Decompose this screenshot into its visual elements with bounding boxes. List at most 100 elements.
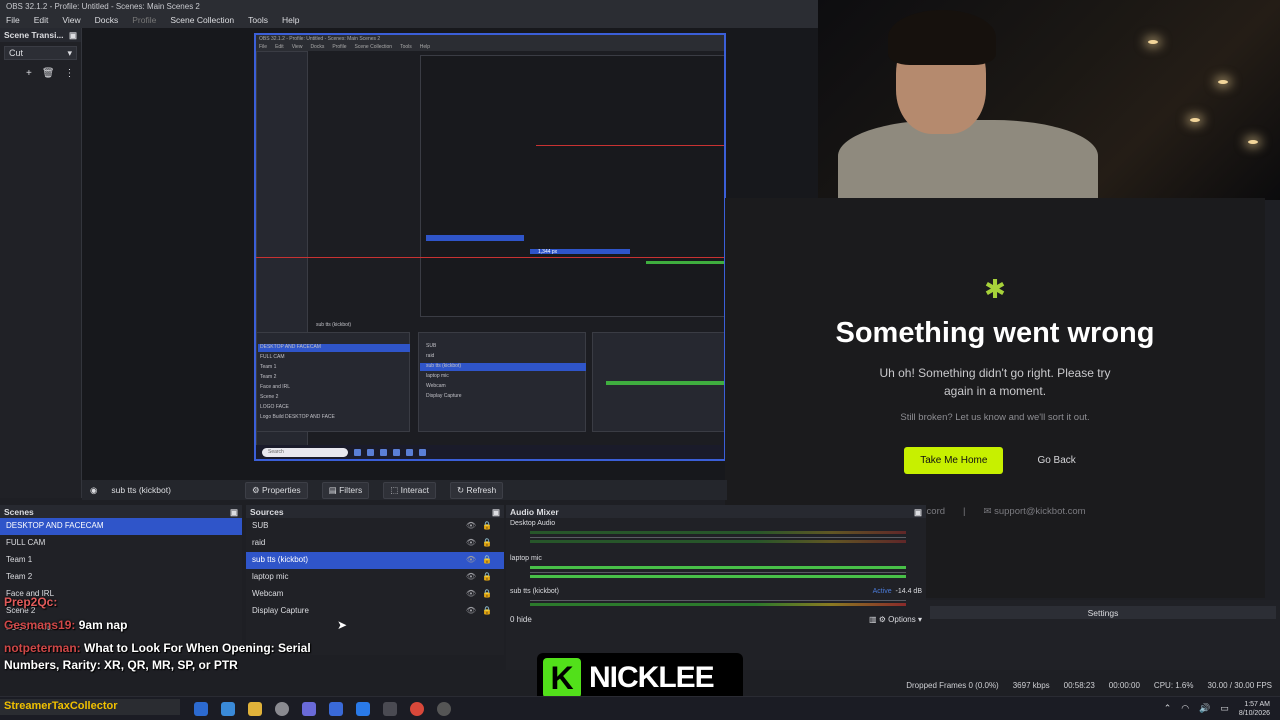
menu-scene-collection[interactable]: Scene Collection [170,15,234,26]
visibility-lock-icons[interactable]: 👁🔒 [466,521,498,532]
nested-scene-6: LOGO FACE [260,404,289,410]
options-button[interactable]: ▥ ⚙ Options ▾ [869,615,922,624]
nested-source-label: sub tts (kickbot) [316,322,352,328]
menu-tools[interactable]: Tools [248,15,268,26]
go-back-button[interactable]: Go Back [1027,447,1085,474]
mixer-footer: 0 hide ▥ ⚙ Options ▾ [506,607,926,624]
scene-item[interactable]: Team 1 [0,552,242,569]
scene-item[interactable]: Team 2 [0,569,242,586]
undock-icon[interactable]: ▣ [69,30,77,40]
nested-search: Search [262,447,348,457]
mixer-channel-name: Desktop Audio [510,520,556,527]
source-label: laptop mic [252,572,289,581]
kick-logo-icon: K [543,658,581,698]
support-email-link[interactable]: ✉ support@kickbot.com [983,506,1085,517]
nested-app-icon [380,448,387,456]
scene-item[interactable]: FULL CAM [0,535,242,552]
ceiling-light [1218,80,1228,84]
nested-menu-view: View [291,44,303,50]
selected-source-label: sub tts (kickbot) [111,485,171,495]
undock-icon[interactable]: ▣ [914,507,922,517]
nested-source-4: Webcam [426,383,446,389]
kickbot-logo-icon: ✱ [984,274,1006,304]
volume-slider[interactable] [530,600,906,601]
support-email-label: support@kickbot.com [994,506,1086,517]
source-item[interactable]: sub tts (kickbot) 👁🔒 [246,552,504,569]
volume-icon[interactable]: 🔊 [1199,703,1210,714]
source-item[interactable]: laptop mic 👁🔒 [246,569,504,586]
discord-icon[interactable] [302,701,316,716]
status-bar: Dropped Frames 0 (0.0%) 3697 kbps 00:58:… [760,678,1280,692]
properties-button[interactable]: ⚙ Properties [244,481,308,499]
undock-icon[interactable]: ▣ [230,507,238,517]
filters-button[interactable]: ▤ Filters [321,481,370,499]
undock-icon[interactable]: ▣ [492,507,500,517]
nested-app-icon [354,448,361,456]
visibility-lock-icons[interactable]: 👁🔒 [466,572,498,583]
nested-guide-line-2 [536,145,724,146]
nested-app-icon [406,448,413,456]
volume-meter [530,603,906,606]
app-icon[interactable] [383,701,397,716]
nested-menu-help: Help [419,44,431,50]
take-me-home-button[interactable]: Take Me Home [904,447,1004,474]
obs-icon[interactable] [275,701,289,716]
chrome-icon[interactable] [410,701,424,716]
refresh-button[interactable]: ↻ Refresh [450,481,504,499]
mixer-title: Audio Mixer [510,507,559,517]
menu-profile[interactable]: Profile [132,15,156,26]
folder-icon[interactable] [248,701,262,716]
scenes-title: Scenes [4,507,34,517]
cpu-usage: CPU: 1.6% [1153,680,1194,690]
obs-icon[interactable] [437,701,451,716]
more-icon[interactable]: ⋮ [65,68,75,79]
visibility-lock-icons[interactable]: 👁🔒 [466,555,498,566]
transition-select[interactable]: Cut ▾ [4,46,77,60]
visibility-lock-icons[interactable]: 👁🔒 [466,606,498,617]
settings-button[interactable]: Settings [930,606,1276,619]
nested-scene-2: Team 1 [260,364,277,370]
source-item[interactable]: SUB 👁🔒 [246,518,504,535]
nested-scene-7: Logo Build DESKTOP AND FACE [260,414,335,420]
chevron-up-icon[interactable]: ⌃ [1164,703,1172,714]
visibility-lock-icons[interactable]: 👁🔒 [466,589,498,600]
battery-icon[interactable]: ▭ [1220,703,1229,714]
menu-file[interactable]: File [6,15,20,26]
chat-overlay: Prep2Qc: Gesmans19: 9am nap notpeterman:… [4,594,344,674]
nested-menu-edit: Edit [275,44,284,50]
menu-docks[interactable]: Docks [95,15,119,26]
mixer-channel-name: sub tts (kickbot) [510,588,560,595]
nested-source-5: Display Capture [426,393,462,399]
wifi-icon[interactable]: ◠ [1181,703,1189,714]
nested-source-2: sub tts (kickbot) [426,363,462,369]
app-icon[interactable] [329,701,343,716]
app-icon[interactable] [356,701,370,716]
source-icon: ◉ [90,484,98,495]
scenes-header: Scenes ▣ [0,505,242,518]
add-icon[interactable]: + [26,68,32,79]
chat-username: Gesmans19: [4,618,76,632]
nested-menu-file: File [259,44,268,50]
clock[interactable]: 1:57 AM 8/10/2026 [1239,700,1270,718]
window-title: OBS 32.1.2 - Profile: Untitled - Scenes:… [0,0,820,13]
trash-icon[interactable]: 🗑 [42,68,55,79]
interact-button[interactable]: ⬚ Interact [383,481,436,499]
edge-icon[interactable] [221,701,235,716]
menu-view[interactable]: View [62,15,80,26]
volume-slider[interactable] [530,572,906,573]
scene-transitions-dock: Scene Transi... ▣ Cut ▾ + 🗑 ⋮ [0,28,82,498]
visibility-lock-icons[interactable]: 👁🔒 [466,538,498,549]
search-icon[interactable] [194,701,208,716]
record-time: 00:00:00 [1108,680,1140,690]
mixer-channel-row: sub tts (kickbot) Active -14.4 dB [506,586,926,597]
error-actions: Take Me Home Go Back [725,447,1265,474]
menu-edit[interactable]: Edit [34,15,49,26]
nested-source-1: raid [426,353,435,359]
chat-text: 9am nap [78,618,128,632]
volume-slider[interactable] [530,537,906,538]
nested-menu-profile: Profile [332,44,347,50]
source-item[interactable]: raid 👁🔒 [246,535,504,552]
menu-help[interactable]: Help [282,15,299,26]
scene-item[interactable]: DESKTOP AND FACECAM [0,518,242,535]
bitrate: 3697 kbps [1012,680,1050,690]
